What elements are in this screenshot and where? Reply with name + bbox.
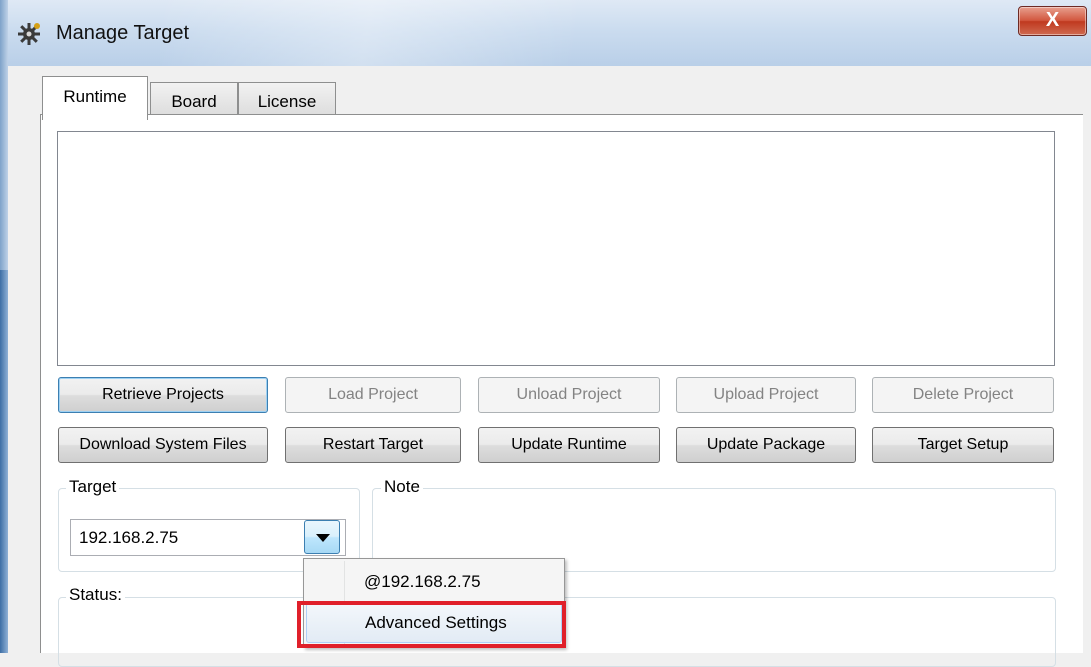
tab-board-label: Board	[171, 92, 217, 111]
target-setup-button[interactable]: Target Setup	[872, 427, 1054, 463]
title-bar-sheen	[160, 0, 680, 66]
window-left-edge	[0, 270, 8, 653]
tab-license-label: License	[257, 92, 317, 111]
tab-runtime[interactable]: Runtime	[42, 76, 148, 120]
update-package-button[interactable]: Update Package	[676, 427, 856, 463]
upload-project-button[interactable]: Upload Project	[676, 377, 856, 413]
delete-project-button[interactable]: Delete Project	[872, 377, 1054, 413]
update-runtime-button[interactable]: Update Runtime	[478, 427, 660, 463]
tab-runtime-label: Runtime	[63, 87, 127, 106]
load-project-button[interactable]: Load Project	[285, 377, 461, 413]
download-system-files-button[interactable]: Download System Files	[58, 427, 268, 463]
target-combobox-value: 192.168.2.75	[79, 528, 179, 547]
target-group-label: Target	[66, 477, 120, 497]
title-bar: Manage Target X	[0, 0, 1091, 66]
gear-icon	[18, 23, 40, 45]
dropdown-item-ip[interactable]: @192.168.2.75	[306, 562, 562, 602]
restart-target-button[interactable]: Restart Target	[285, 427, 461, 463]
retrieve-projects-button[interactable]: Retrieve Projects	[58, 377, 268, 413]
status-group-label: Status:	[66, 585, 125, 605]
chevron-down-icon	[316, 534, 330, 542]
note-group-label: Note	[381, 477, 423, 497]
project-list[interactable]	[57, 131, 1055, 366]
window-title: Manage Target	[56, 22, 190, 44]
annotation-highlight-box	[297, 601, 566, 648]
close-button[interactable]: X	[1018, 6, 1087, 36]
unload-project-button[interactable]: Unload Project	[478, 377, 660, 413]
target-dropdown-button[interactable]	[304, 520, 340, 554]
